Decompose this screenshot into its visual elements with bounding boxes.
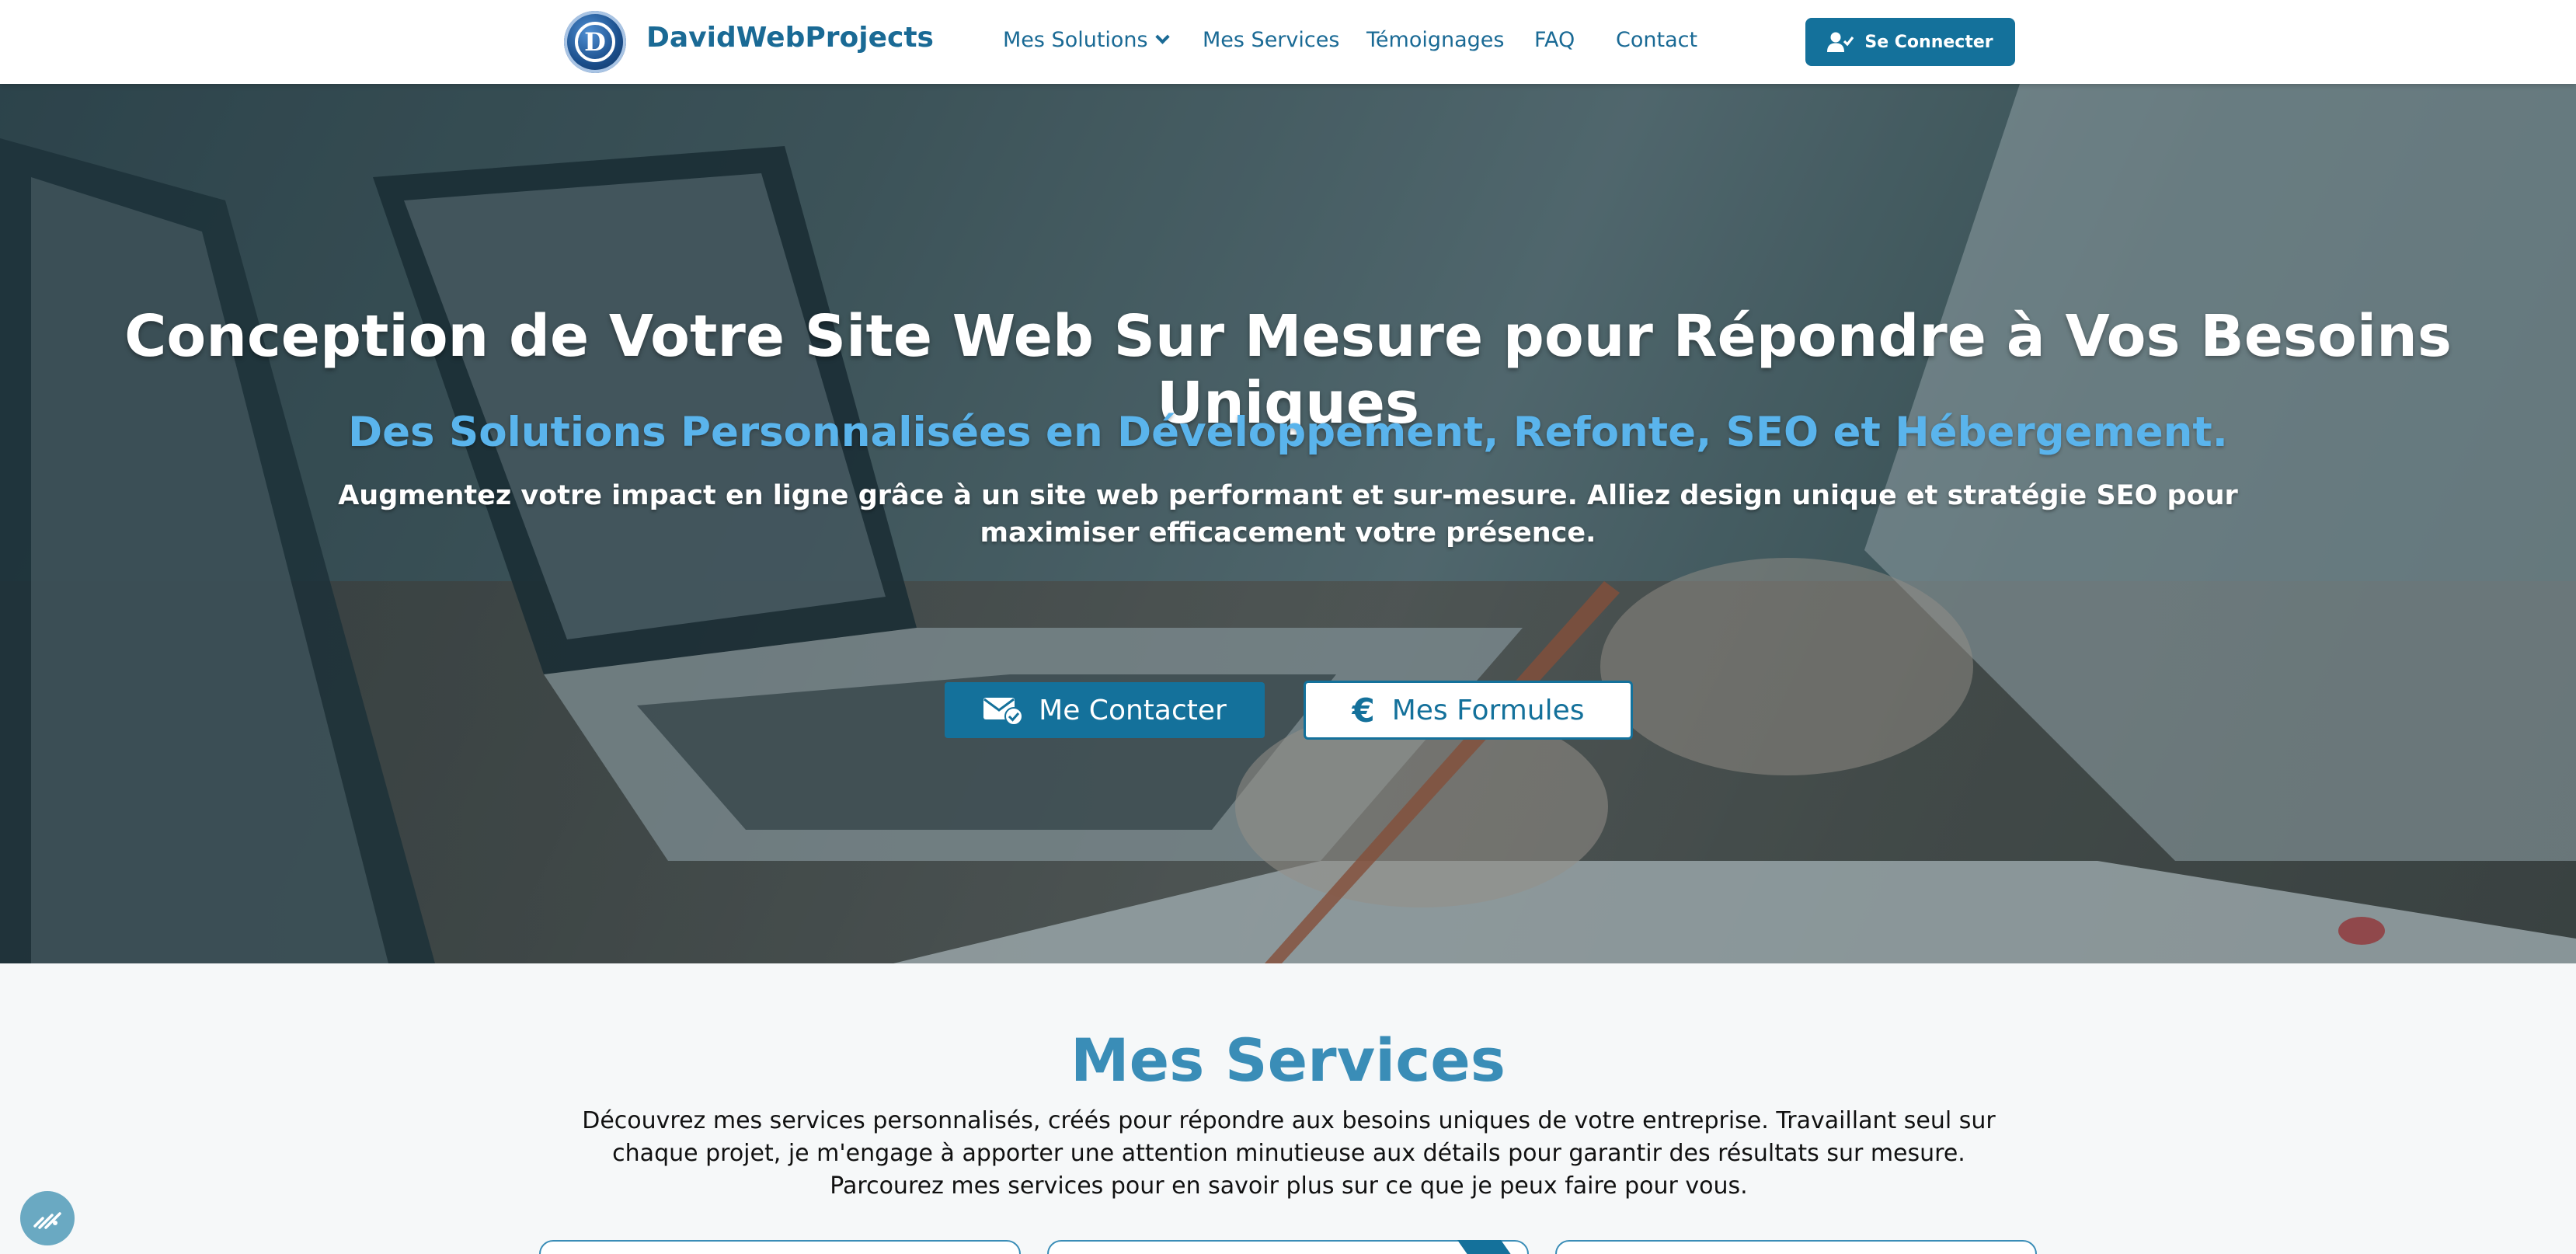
service-card[interactable]: [1047, 1240, 1529, 1254]
chevron-down-icon: [1154, 30, 1170, 44]
nav-item-services[interactable]: Mes Services: [1203, 28, 1339, 52]
accessibility-button[interactable]: [20, 1191, 75, 1245]
contact-button[interactable]: Me Contacter: [945, 682, 1265, 738]
nav-item-faq[interactable]: FAQ: [1534, 28, 1575, 52]
services-description: Découvrez mes services personnalisés, cr…: [582, 1107, 1996, 1200]
logo-letter: D: [575, 22, 615, 62]
login-label: Se Connecter: [1864, 32, 1993, 52]
hero-subtitle: Des Solutions Personnalisées en Développ…: [348, 409, 2228, 456]
site-header: D DavidWebProjects Mes Solutions Mes Ser…: [0, 0, 2576, 84]
hero-section: Conception de Votre Site Web Sur Mesure …: [0, 84, 2576, 963]
accessibility-icon: [33, 1212, 61, 1229]
card-ribbon: [1457, 1240, 1512, 1254]
nav-item-solutions[interactable]: Mes Solutions: [1003, 28, 1170, 52]
hero-description: Augmentez votre impact en ligne grâce à …: [338, 480, 2238, 549]
contact-button-label: Me Contacter: [1039, 694, 1227, 726]
services-title: Mes Services: [1070, 1026, 1506, 1095]
service-card[interactable]: [1555, 1240, 2037, 1254]
service-card[interactable]: [539, 1240, 1021, 1254]
formules-button[interactable]: € Mes Formules: [1304, 681, 1633, 740]
nav-item-contact[interactable]: Contact: [1616, 28, 1697, 52]
brand-name[interactable]: DavidWebProjects: [646, 22, 934, 54]
envelope-check-icon: [983, 698, 1024, 726]
login-button[interactable]: Se Connecter: [1805, 18, 2015, 66]
user-check-icon: [1827, 32, 1854, 52]
formules-button-label: Mes Formules: [1391, 694, 1585, 726]
euro-icon: €: [1352, 691, 1375, 730]
nav-item-temoignages[interactable]: Témoignages: [1366, 28, 1504, 52]
nav-item-label: Mes Solutions: [1003, 28, 1148, 52]
logo-icon[interactable]: D: [564, 11, 626, 73]
